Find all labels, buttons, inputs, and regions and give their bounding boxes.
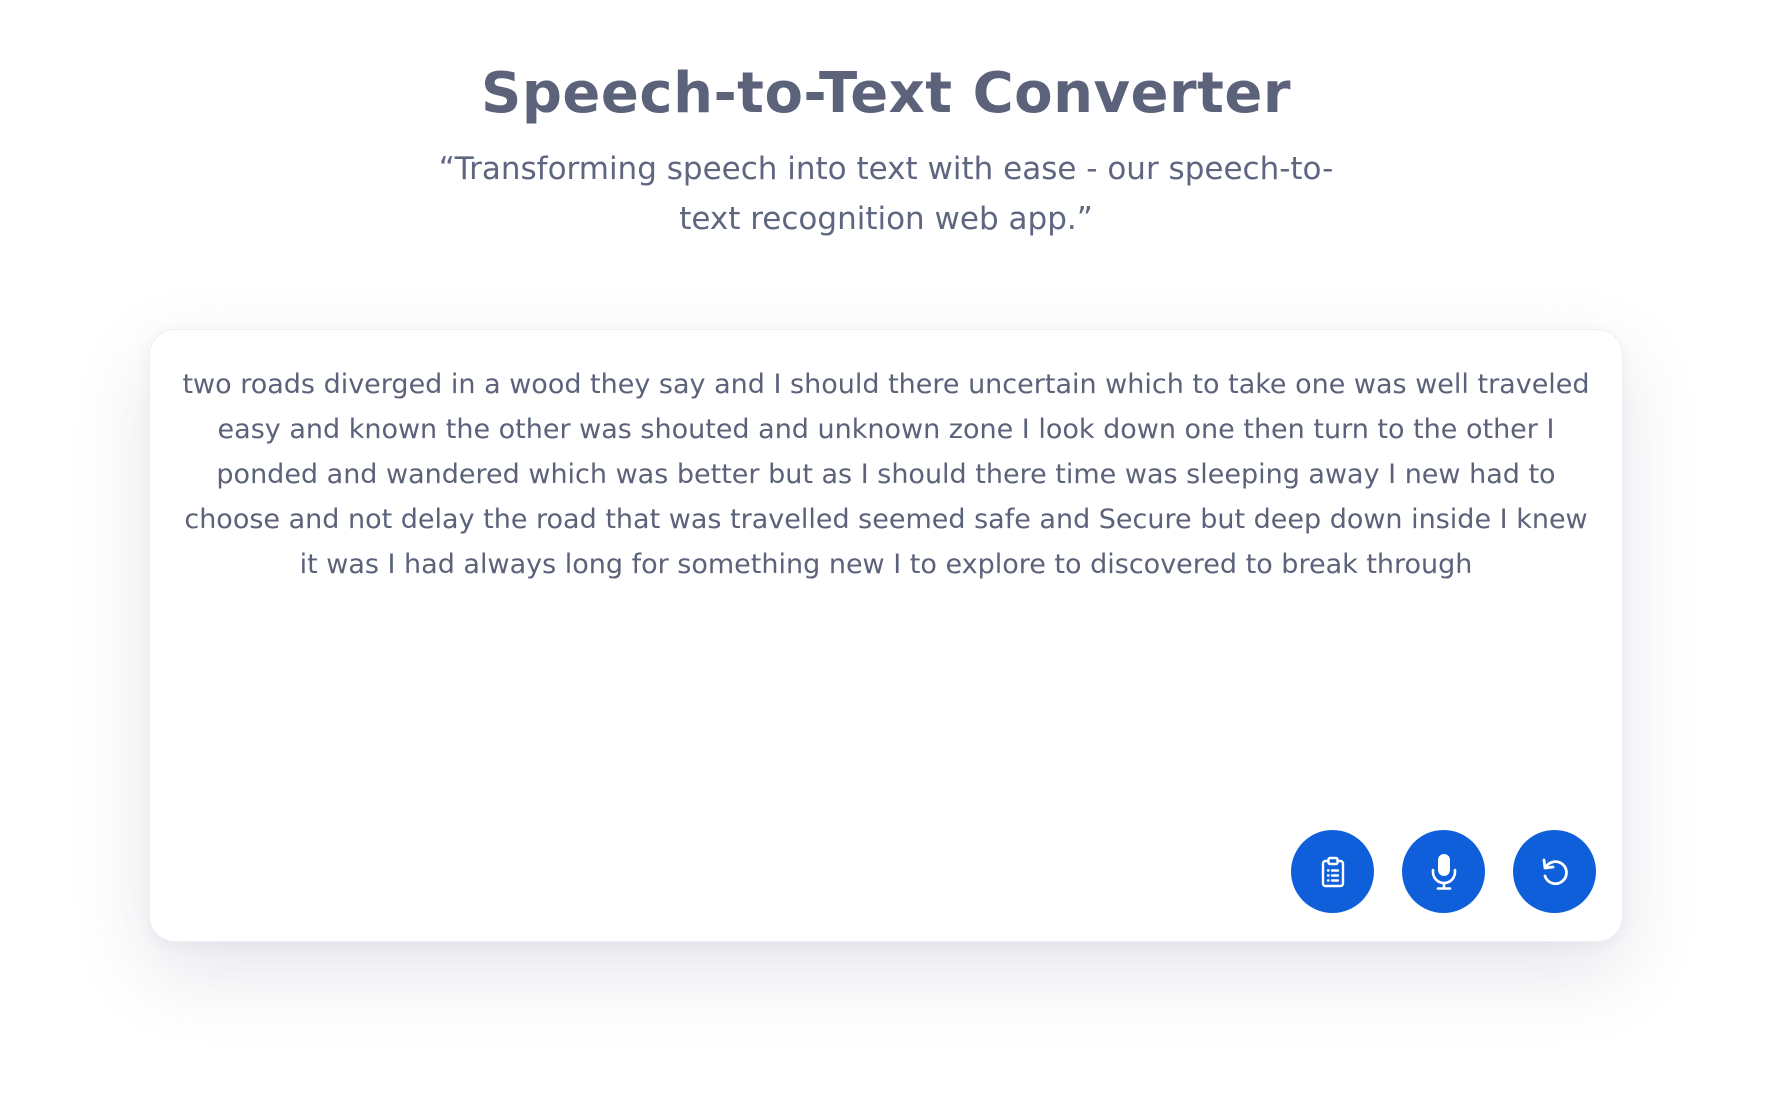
microphone-icon — [1429, 853, 1459, 891]
page-subtitle: “Transforming speech into text with ease… — [438, 151, 1334, 237]
reset-button[interactable] — [1513, 830, 1596, 913]
page-title: Speech-to-Text Converter — [481, 61, 1291, 126]
clipboard-icon — [1318, 856, 1348, 888]
page-header: Speech-to-Text Converter “Transforming s… — [0, 58, 1772, 244]
rotate-icon — [1539, 856, 1571, 888]
copy-button[interactable] — [1291, 830, 1374, 913]
transcript-text[interactable]: two roads diverged in a wood they say an… — [178, 362, 1594, 587]
action-buttons — [1291, 830, 1596, 913]
transcript-card: two roads diverged in a wood they say an… — [149, 329, 1623, 942]
record-button[interactable] — [1402, 830, 1485, 913]
